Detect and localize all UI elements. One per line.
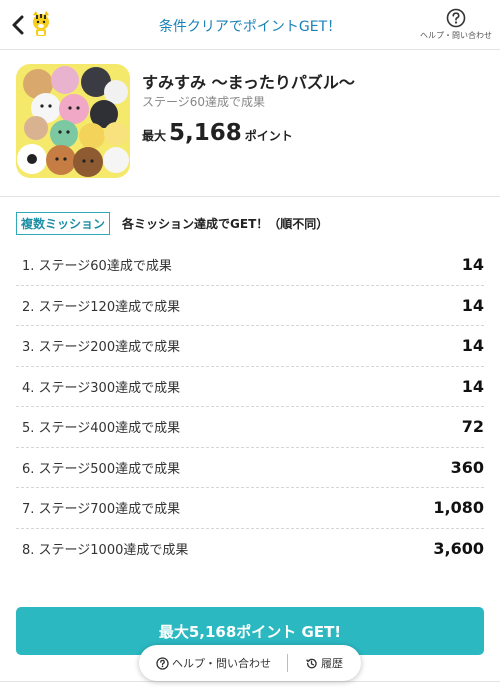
mission-points: 14 (461, 255, 484, 275)
mission-label: 3. ステージ200達成で成果 (22, 340, 181, 356)
floating-nav-pill: ヘルプ・問い合わせ 履歴 (139, 645, 361, 681)
help-button[interactable]: ヘルプ・問い合わせ (420, 8, 492, 41)
mission-label: 8. ステージ1000達成で成果 (22, 543, 189, 559)
top-bar: 条件クリアでポイントGET！ ヘルプ・問い合わせ (0, 0, 500, 50)
mission-row: 1. ステージ60達成で成果 14 (16, 245, 484, 286)
pill-history-button[interactable]: 履歴 (288, 645, 343, 681)
mission-row: 3. ステージ200達成で成果 14 (16, 326, 484, 367)
mission-row: 6. ステージ500達成で成果 360 (16, 448, 484, 488)
mission-label: 4. ステージ300達成で成果 (22, 380, 181, 396)
mission-row: 4. ステージ300達成で成果 14 (16, 367, 484, 407)
max-prefix: 最大 (142, 129, 167, 143)
max-suffix: ポイント (244, 129, 293, 143)
mission-row: 5. ステージ400達成で成果 72 (16, 407, 484, 448)
mission-tag: 複数ミッション (16, 212, 111, 235)
max-points-value: 5,168 (169, 120, 242, 146)
pill-history-label: 履歴 (321, 657, 343, 670)
mission-row: 2. ステージ120達成で成果 14 (16, 286, 484, 326)
mission-row: 8. ステージ1000達成で成果 3,600 (16, 529, 484, 570)
mission-row: 7. ステージ700達成で成果 1,080 (16, 488, 484, 529)
mission-label: 7. ステージ700達成で成果 (22, 502, 181, 518)
app-name: すみすみ 〜まったりパズル〜 (142, 73, 355, 92)
mission-label: 6. ステージ500達成で成果 (22, 461, 181, 477)
mission-description: 各ミッション達成でGET！（順不同） (122, 217, 329, 231)
mission-points: 3,600 (433, 539, 484, 559)
history-icon (306, 658, 317, 668)
mission-list: 1. ステージ60達成で成果 14 2. ステージ120達成で成果 14 3. … (16, 245, 484, 569)
mission-label: 2. ステージ120達成で成果 (22, 299, 181, 315)
pill-help-button[interactable]: ヘルプ・問い合わせ (139, 645, 287, 681)
mission-points: 14 (461, 295, 484, 315)
mission-label: 1. ステージ60達成で成果 (22, 259, 172, 275)
app-icon[interactable] (16, 64, 130, 178)
mission-points: 72 (461, 417, 484, 437)
help-label: ヘルプ・問い合わせ (420, 31, 492, 40)
max-points: 最大 5,168 ポイント (142, 120, 293, 146)
mission-points: 1,080 (433, 498, 484, 518)
app-condition: ステージ60達成で成果 (142, 95, 266, 109)
pill-help-label: ヘルプ・問い合わせ (172, 657, 271, 670)
question-circle-icon (446, 8, 466, 28)
divider (0, 681, 500, 682)
mission-label: 5. ステージ400達成で成果 (22, 421, 181, 437)
question-circle-icon (156, 656, 169, 670)
mission-points: 360 (450, 457, 484, 477)
app-info-card: すみすみ 〜まったりパズル〜 ステージ60達成で成果 最大 5,168 ポイント (0, 50, 500, 197)
mission-points: 14 (461, 336, 484, 356)
mission-points: 14 (461, 376, 484, 396)
mission-header: 複数ミッション 各ミッション達成でGET！（順不同） (16, 212, 328, 235)
